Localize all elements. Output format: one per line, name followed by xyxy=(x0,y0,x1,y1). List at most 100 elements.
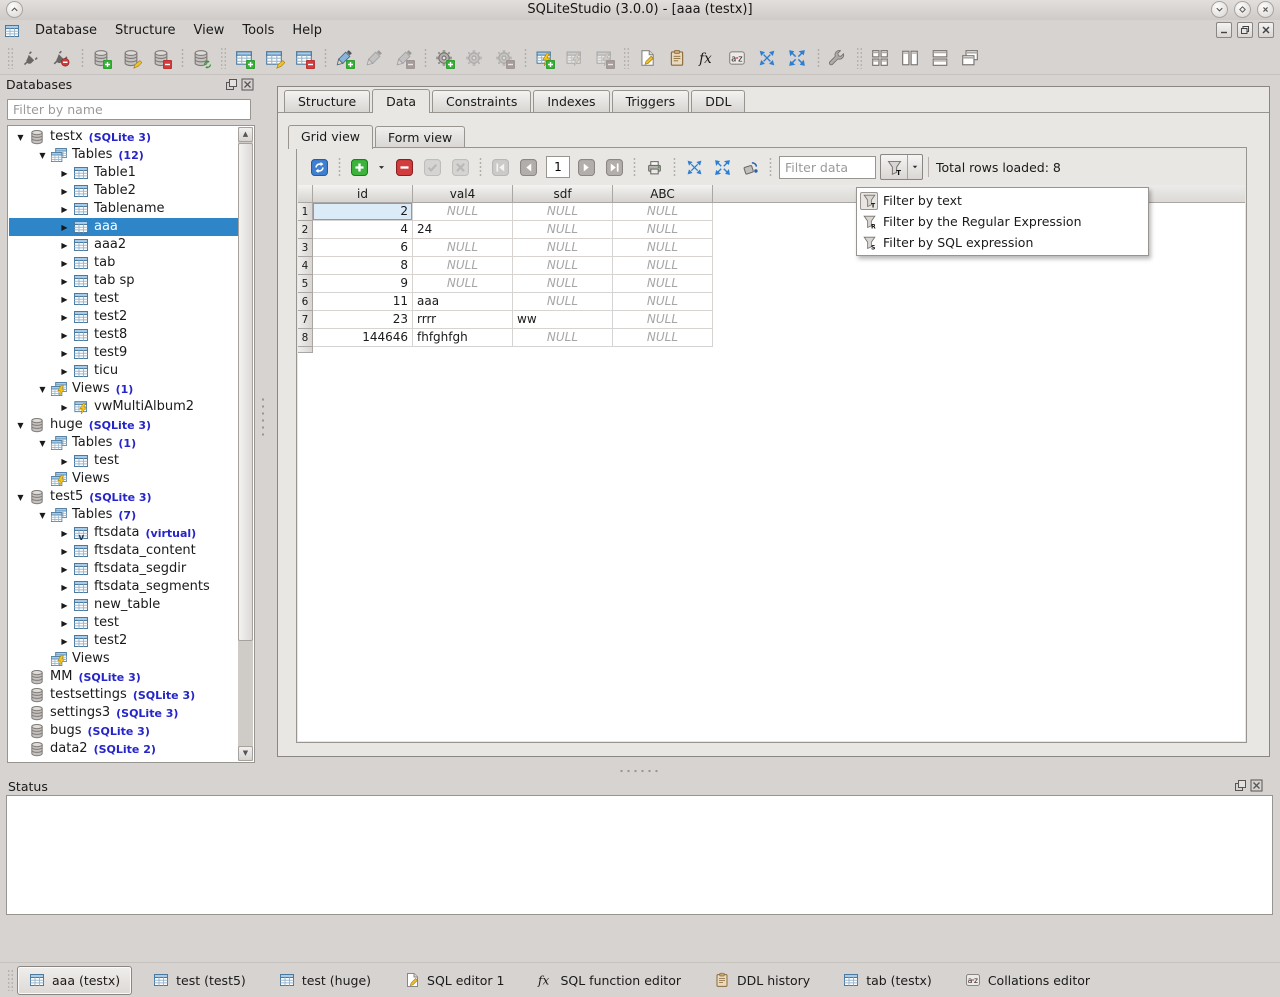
expand-arrow-icon[interactable]: ▶ xyxy=(57,169,72,178)
drop-table-button[interactable] xyxy=(290,44,318,72)
grid-cell[interactable]: 144646 xyxy=(313,329,413,347)
toolbar-grip[interactable] xyxy=(220,47,227,69)
open-ddl-history-button[interactable] xyxy=(663,44,691,72)
rollback-changes-button[interactable] xyxy=(447,154,473,180)
add-database-button[interactable] xyxy=(87,44,115,72)
column-header-abc[interactable]: ABC xyxy=(613,185,713,203)
collapse-arrow-icon[interactable]: ▼ xyxy=(13,421,28,430)
open-sql-function-editor-button[interactable]: fx xyxy=(693,44,721,72)
tree-item-aaa2[interactable]: ▶aaa2 xyxy=(9,236,238,254)
grid-cell[interactable]: NULL xyxy=(513,275,613,293)
tree-item-aaa[interactable]: ▶aaa xyxy=(9,218,238,236)
grid-cell[interactable]: NULL xyxy=(613,275,713,293)
new-view-button[interactable] xyxy=(530,44,558,72)
disconnect-database-button[interactable] xyxy=(47,44,75,72)
menu-database[interactable]: Database xyxy=(26,22,106,39)
toolbar-grip[interactable] xyxy=(856,47,863,69)
open-sql-editor-button[interactable] xyxy=(633,44,661,72)
menu-item-filter-by-text[interactable]: TFilter by text xyxy=(857,190,1148,211)
taskbar-test-test5[interactable]: test (test5) xyxy=(141,966,258,995)
collapse-arrow-icon[interactable]: ▼ xyxy=(35,439,50,448)
row-header[interactable]: 5 xyxy=(298,275,313,293)
toolbar-grip[interactable] xyxy=(623,47,630,69)
grid-cell[interactable]: NULL xyxy=(613,329,713,347)
delete-row-button[interactable] xyxy=(391,154,417,180)
panel-close-button[interactable] xyxy=(241,78,254,91)
grid-cell[interactable]: NULL xyxy=(413,239,513,257)
grid-cell[interactable]: 4 xyxy=(313,221,413,239)
open-collations-editor-button[interactable]: az xyxy=(723,44,751,72)
tree-item-test5[interactable]: ▼test5(SQLite 3) xyxy=(9,488,238,506)
panel-float-button[interactable] xyxy=(225,78,238,91)
expand-arrow-icon[interactable]: ▶ xyxy=(57,277,72,286)
windows-cascade-layout-button[interactable] xyxy=(956,44,984,72)
tree-item-test[interactable]: ▶test xyxy=(9,452,238,470)
tab-indexes[interactable]: Indexes xyxy=(533,90,609,112)
expand-arrow-icon[interactable]: ▶ xyxy=(57,205,72,214)
row-header[interactable]: 4 xyxy=(298,257,313,275)
expand-arrow-icon[interactable]: ▶ xyxy=(57,457,72,466)
expand-arrow-icon[interactable]: ▶ xyxy=(57,547,72,556)
expand-arrow-icon[interactable]: ▶ xyxy=(57,223,72,232)
filter-data-input[interactable] xyxy=(779,156,876,179)
expand-arrow-icon[interactable]: ▶ xyxy=(57,349,72,358)
menu-help[interactable]: Help xyxy=(283,22,331,39)
grid-cell[interactable]: NULL xyxy=(613,203,713,221)
insert-row-button[interactable] xyxy=(346,154,372,180)
tree-item-ftsdata-segdir[interactable]: ▶ftsdata_segdir xyxy=(9,560,238,578)
menu-view[interactable]: View xyxy=(185,22,234,39)
row-header[interactable]: 8 xyxy=(298,329,313,347)
filter-mode-button[interactable]: T xyxy=(881,155,907,179)
window-maximize-button[interactable] xyxy=(1234,1,1251,18)
tab-grid-view[interactable]: Grid view xyxy=(288,125,373,149)
edit-table-button[interactable] xyxy=(260,44,288,72)
scroll-up-button[interactable]: ▲ xyxy=(238,127,253,142)
tree-item-views[interactable]: Views xyxy=(9,650,238,668)
filter-mode-dropdown-button[interactable] xyxy=(907,155,922,179)
tree-item-tables[interactable]: ▼Tables(1) xyxy=(9,434,238,452)
print-data-button[interactable] xyxy=(641,154,667,180)
tree-item-test8[interactable]: ▶test8 xyxy=(9,326,238,344)
row-header[interactable]: 6 xyxy=(298,293,313,311)
window-close-button[interactable] xyxy=(1257,1,1274,18)
tree-item-huge[interactable]: ▼huge(SQLite 3) xyxy=(9,416,238,434)
menu-tools[interactable]: Tools xyxy=(233,22,283,39)
windows-vertical-layout-button[interactable] xyxy=(896,44,924,72)
tree-item-tables[interactable]: ▼Tables(12) xyxy=(9,146,238,164)
drop-view-button[interactable] xyxy=(590,44,618,72)
grid-cell[interactable]: 2 xyxy=(313,203,413,221)
taskbar-sql-editor-1[interactable]: SQL editor 1 xyxy=(392,966,516,995)
tree-item-table1[interactable]: ▶Table1 xyxy=(9,164,238,182)
grid-cell[interactable]: ww xyxy=(513,311,613,329)
collapse-all-windows-button[interactable] xyxy=(753,44,781,72)
tree-item-views[interactable]: ▼Views(1) xyxy=(9,380,238,398)
edit-database-button[interactable] xyxy=(117,44,145,72)
grid-cell[interactable]: rrrr xyxy=(413,311,513,329)
collapse-arrow-icon[interactable]: ▼ xyxy=(35,151,50,160)
grid-cell[interactable]: fhfghfgh xyxy=(413,329,513,347)
prev-page-button[interactable] xyxy=(515,154,541,180)
menu-item-filter-by-the-regular-expression[interactable]: RFilter by the Regular Expression xyxy=(857,211,1148,232)
expand-arrow-icon[interactable]: ▶ xyxy=(57,601,72,610)
grid-cell[interactable]: 23 xyxy=(313,311,413,329)
new-table-button[interactable] xyxy=(230,44,258,72)
tree-item-test9[interactable]: ▶test9 xyxy=(9,344,238,362)
expand-arrow-icon[interactable]: ▶ xyxy=(57,295,72,304)
collapse-arrow-icon[interactable]: ▼ xyxy=(13,133,28,142)
expand-arrow-icon[interactable]: ▶ xyxy=(57,187,72,196)
tab-data[interactable]: Data xyxy=(372,89,430,113)
grid-cell[interactable]: NULL xyxy=(513,257,613,275)
corner-header[interactable] xyxy=(298,185,313,203)
expand-arrow-icon[interactable]: ▶ xyxy=(57,619,72,628)
edit-index-button[interactable] xyxy=(360,44,388,72)
insert-row-menu-button[interactable] xyxy=(374,154,389,180)
windows-horizontal-layout-button[interactable] xyxy=(926,44,954,72)
window-minimize-button[interactable] xyxy=(1211,1,1228,18)
grid-cell[interactable]: NULL xyxy=(413,257,513,275)
grid-cell[interactable]: 8 xyxy=(313,257,413,275)
grid-cell[interactable]: aaa xyxy=(413,293,513,311)
expand-arrow-icon[interactable]: ▶ xyxy=(57,565,72,574)
taskbar-sql-function-editor[interactable]: fxSQL function editor xyxy=(525,966,693,995)
paint-blob-button[interactable] xyxy=(737,154,763,180)
last-page-button[interactable] xyxy=(601,154,627,180)
